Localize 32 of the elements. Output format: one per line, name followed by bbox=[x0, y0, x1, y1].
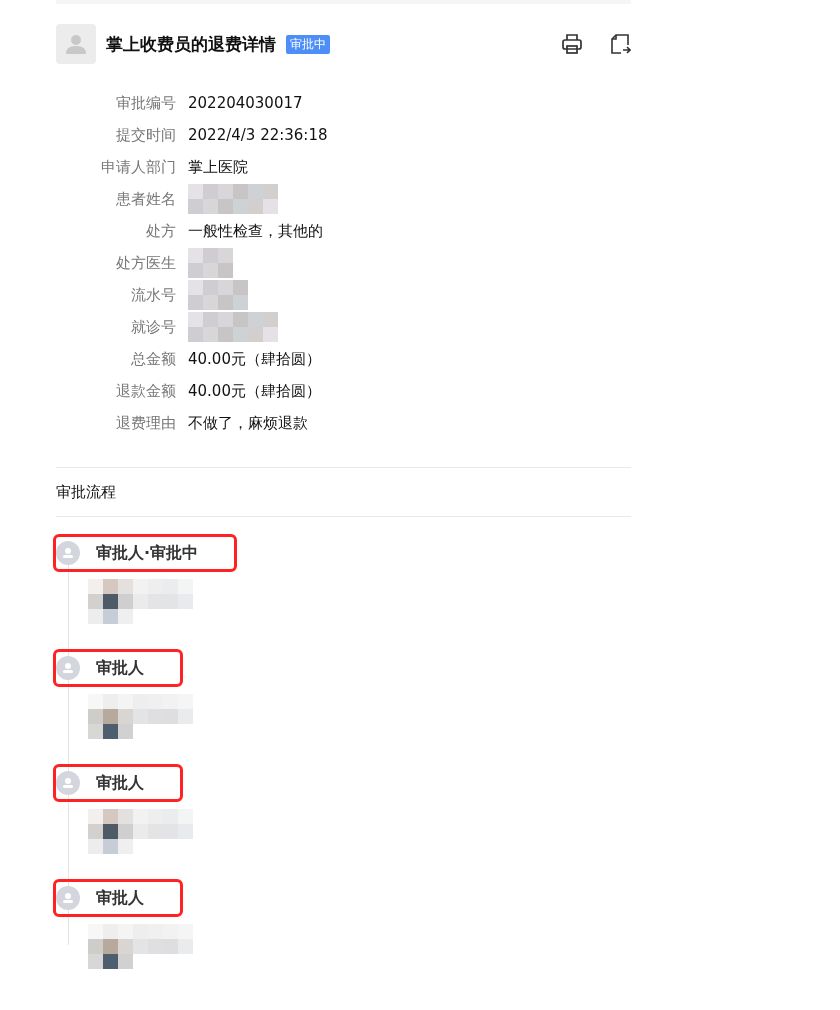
field-label: 流水号 bbox=[130, 285, 176, 305]
step-title: 审批人 bbox=[96, 657, 144, 679]
section-title: 审批流程 bbox=[56, 482, 117, 503]
avatar-icon bbox=[56, 24, 96, 64]
field-value: 40.00元（肆拾圆） bbox=[188, 381, 321, 401]
field-label: 就诊号 bbox=[130, 317, 176, 337]
step-title: 审批人 bbox=[96, 772, 144, 794]
export-icon[interactable] bbox=[609, 33, 631, 55]
field-value: 一般性检查，其他的 bbox=[188, 221, 323, 241]
page-title: 掌上收费员的退费详情 bbox=[106, 32, 276, 56]
field-value: 40.00元（肆拾圆） bbox=[188, 349, 321, 369]
field-label: 退款金额 bbox=[115, 381, 176, 401]
step-title: 审批人 bbox=[96, 887, 144, 909]
print-icon[interactable] bbox=[561, 33, 583, 55]
status-badge: 审批中 bbox=[286, 34, 330, 54]
field-value: 不做了，麻烦退款 bbox=[188, 413, 308, 433]
field-value: 202204030017 bbox=[188, 94, 303, 112]
field-label: 患者姓名 bbox=[115, 189, 176, 209]
field-label: 退费理由 bbox=[115, 413, 176, 433]
user-icon bbox=[56, 771, 80, 795]
field-value: 2022/4/3 22:36:18 bbox=[188, 126, 328, 144]
step-title: 审批人·审批中 bbox=[96, 542, 199, 564]
user-icon bbox=[56, 656, 80, 680]
field-label: 审批编号 bbox=[115, 93, 176, 113]
field-label: 总金额 bbox=[130, 349, 176, 369]
field-label: 处方医生 bbox=[115, 253, 176, 273]
field-label: 提交时间 bbox=[115, 125, 176, 145]
user-icon bbox=[56, 886, 80, 910]
user-icon bbox=[56, 541, 80, 565]
field-label: 申请人部门 bbox=[100, 157, 176, 177]
field-label: 处方 bbox=[145, 221, 176, 241]
field-value: 掌上医院 bbox=[188, 157, 248, 177]
